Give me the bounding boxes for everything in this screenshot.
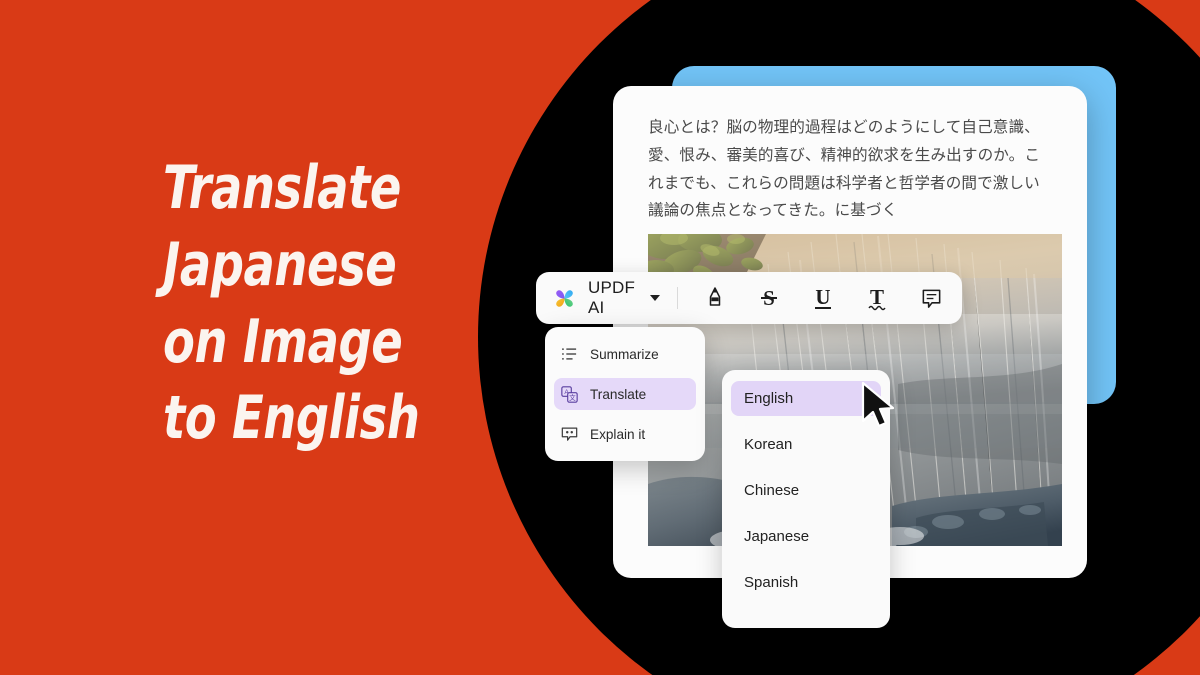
menu-item-label: Translate [590, 386, 647, 402]
language-option-spanish[interactable]: Spanish [731, 565, 881, 600]
updf-clover-logo [552, 286, 577, 311]
language-submenu[interactable]: English Korean Chinese Japanese Spanish [722, 370, 890, 628]
svg-text:T: T [870, 285, 884, 309]
underline-icon[interactable]: U [808, 283, 838, 313]
document-body-text: 良心とは？脳の物理的過程はどのようにして自己意識、愛、恨み、審美的喜び、精神的欲… [648, 118, 1041, 220]
language-option-japanese[interactable]: Japanese [731, 519, 881, 554]
language-option-chinese[interactable]: Chinese [731, 473, 881, 508]
menu-item-label: Summarize [590, 346, 659, 362]
language-option-english[interactable]: English [731, 381, 881, 416]
ai-actions-menu[interactable]: Summarize A 文 Translate Explain it [545, 327, 705, 461]
menu-item-explain-it[interactable]: Explain it [554, 418, 696, 450]
menu-item-label: Explain it [590, 426, 646, 442]
squiggly-underline-icon[interactable]: T [862, 283, 892, 313]
page-title: Translate Japanese on Image to English [163, 153, 420, 454]
translate-icon: A 文 [560, 385, 578, 403]
comment-icon[interactable] [916, 283, 946, 313]
list-icon [560, 345, 578, 363]
highlighter-icon[interactable] [700, 283, 730, 313]
svg-text:U: U [815, 285, 830, 309]
menu-item-summarize[interactable]: Summarize [554, 338, 696, 370]
menu-item-translate[interactable]: A 文 Translate [554, 378, 696, 410]
svg-text:文: 文 [569, 392, 576, 401]
strikethrough-icon[interactable]: S [754, 283, 784, 313]
annotation-toolbar[interactable]: UPDF AI S U T [536, 272, 962, 324]
language-option-korean[interactable]: Korean [731, 427, 881, 462]
chevron-down-icon[interactable] [650, 295, 661, 301]
toolbar-divider [677, 287, 678, 309]
toolbar-tools: S U T [700, 283, 946, 313]
explain-bubble-icon [560, 425, 578, 443]
updf-ai-label[interactable]: UPDF AI [588, 278, 643, 318]
